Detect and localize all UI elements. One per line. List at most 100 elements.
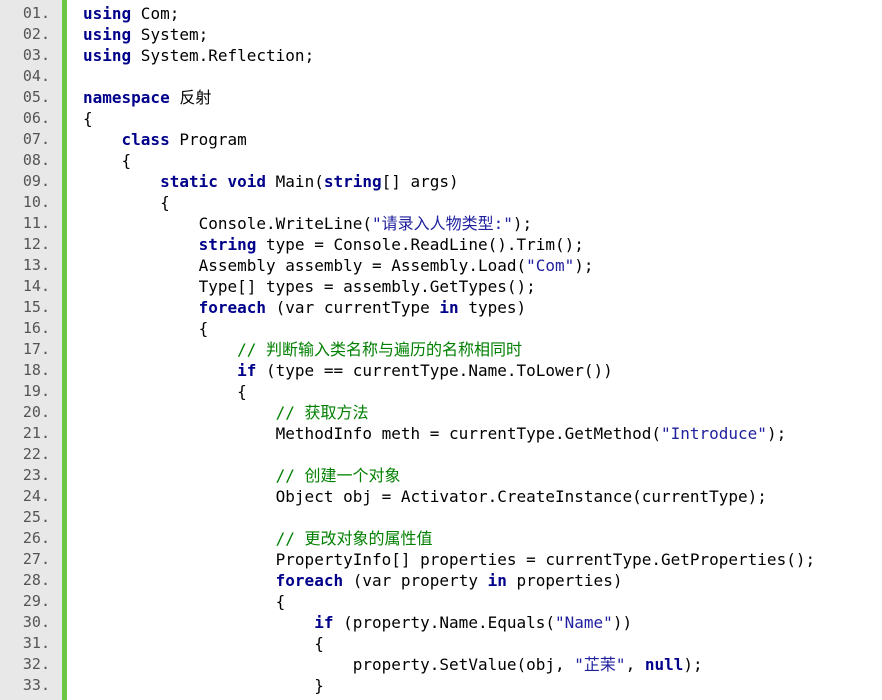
code-text[interactable]: { [83, 192, 170, 213]
code-line: 12. string type = Console.ReadLine().Tri… [0, 234, 882, 255]
keyword-token: if [314, 613, 334, 632]
code-text[interactable]: Console.WriteLine("请录入人物类型:"); [83, 213, 533, 234]
keyword-token: null [644, 655, 684, 674]
code-line: 32. property.SetValue(obj, "芷茉", null); [0, 654, 882, 675]
code-text[interactable]: { [83, 591, 286, 612]
code-text[interactable]: // 更改对象的属性值 [83, 528, 433, 549]
code-line: 21. MethodInfo meth = currentType.GetMet… [0, 423, 882, 444]
code-text[interactable]: // 获取方法 [83, 402, 369, 423]
code-token: { [83, 592, 286, 611]
code-text[interactable]: MethodInfo meth = currentType.GetMethod(… [83, 423, 787, 444]
code-token: Program [169, 130, 247, 149]
line-number: 23. [22, 466, 50, 484]
code-token: Com; [131, 4, 180, 23]
line-number: 06. [22, 109, 50, 127]
code-text[interactable]: { [83, 381, 247, 402]
line-number: 24. [22, 487, 50, 505]
code-line: 24. Object obj = Activator.CreateInstanc… [0, 486, 882, 507]
code-text[interactable]: // 创建一个对象 [83, 465, 401, 486]
code-text[interactable]: { [83, 318, 209, 339]
code-token: System.Reflection; [131, 46, 315, 65]
keyword-token: string [198, 235, 257, 254]
line-number: 21. [22, 424, 50, 442]
code-token: ); [766, 424, 787, 443]
code-line: 14. Type[] types = assembly.GetTypes(); [0, 276, 882, 297]
line-number: 26. [22, 529, 50, 547]
line-number: 30. [22, 613, 50, 631]
code-line: 10. { [0, 192, 882, 213]
comment-token: // 判断输入类名称与遍历的名称相同时 [237, 340, 523, 359]
code-line: 22. [0, 444, 882, 465]
line-number: 32. [22, 655, 50, 673]
code-text[interactable]: Type[] types = assembly.GetTypes(); [83, 276, 536, 297]
line-number: 22. [22, 445, 50, 463]
code-text[interactable]: string type = Console.ReadLine().Trim(); [83, 234, 584, 255]
keyword-token: in [487, 571, 507, 590]
string-token: "Introduce" [660, 424, 767, 443]
code-text[interactable]: if (property.Name.Equals("Name")) [83, 612, 632, 633]
code-token: [] args) [381, 172, 459, 191]
code-text[interactable]: { [83, 108, 93, 129]
code-token: properties) [506, 571, 623, 590]
code-text[interactable]: foreach (var currentType in types) [83, 297, 527, 318]
code-line: 09. static void Main(string[] args) [0, 171, 882, 192]
code-text[interactable]: Assembly assembly = Assembly.Load("Com")… [83, 255, 594, 276]
line-number: 02. [22, 25, 50, 43]
code-token: type = Console.ReadLine().Trim(); [256, 235, 584, 254]
code-token: Console.WriteLine( [83, 214, 372, 233]
code-line: 19. { [0, 381, 882, 402]
line-number: 13. [22, 256, 50, 274]
line-number: 08. [22, 151, 50, 169]
code-token: MethodInfo meth = currentType.GetMethod( [83, 424, 661, 443]
code-token: (var currentType [266, 298, 440, 317]
line-number: 04. [22, 67, 50, 85]
code-token: { [83, 634, 324, 653]
code-text[interactable]: foreach (var property in properties) [83, 570, 623, 591]
line-number: 18. [22, 361, 50, 379]
keyword-token: string [323, 172, 382, 191]
string-token: "芷茉" [574, 655, 626, 674]
code-token: , [625, 655, 645, 674]
code-text[interactable]: using Com; [83, 3, 179, 24]
code-text[interactable]: class Program [83, 129, 247, 150]
code-token: { [83, 319, 209, 338]
code-text[interactable]: using System; [83, 24, 208, 45]
code-token: ); [512, 214, 533, 233]
code-line: 04. [0, 66, 882, 87]
code-token: Type[] types = assembly.GetTypes(); [83, 277, 536, 296]
line-number: 15. [22, 298, 50, 316]
string-token: "请录入人物类型:" [371, 214, 513, 233]
code-token: ); [574, 256, 594, 275]
code-line: 07. class Program [0, 129, 882, 150]
code-text[interactable]: } [83, 675, 324, 696]
code-text[interactable]: { [83, 150, 132, 171]
code-text[interactable]: namespace 反射 [83, 87, 211, 108]
comment-token: // 创建一个对象 [275, 466, 401, 485]
code-text[interactable]: if (type == currentType.Name.ToLower()) [83, 360, 613, 381]
code-text[interactable]: PropertyInfo[] properties = currentType.… [83, 549, 815, 570]
code-text[interactable]: static void Main(string[] args) [83, 171, 459, 192]
line-number: 01. [22, 4, 50, 22]
code-text[interactable]: { [83, 633, 324, 654]
line-number: 17. [22, 340, 50, 358]
line-number: 09. [22, 172, 50, 190]
code-line: 08. { [0, 150, 882, 171]
code-token: Assembly assembly = Assembly.Load( [83, 256, 527, 275]
code-text[interactable]: // 判断输入类名称与遍历的名称相同时 [83, 339, 522, 360]
code-token: (property.Name.Equals( [333, 613, 556, 632]
line-number: 25. [22, 508, 50, 526]
line-number: 03. [22, 46, 50, 64]
code-text[interactable]: property.SetValue(obj, "芷茉", null); [83, 654, 703, 675]
code-text[interactable]: Object obj = Activator.CreateInstance(cu… [83, 486, 767, 507]
code-token: PropertyInfo[] properties = currentType.… [83, 550, 816, 569]
line-number: 20. [22, 403, 50, 421]
line-number: 11. [22, 214, 50, 232]
code-token: { [83, 109, 93, 128]
code-token: System; [131, 25, 209, 44]
code-line: 11. Console.WriteLine("请录入人物类型:"); [0, 213, 882, 234]
code-text[interactable]: using System.Reflection; [83, 45, 314, 66]
